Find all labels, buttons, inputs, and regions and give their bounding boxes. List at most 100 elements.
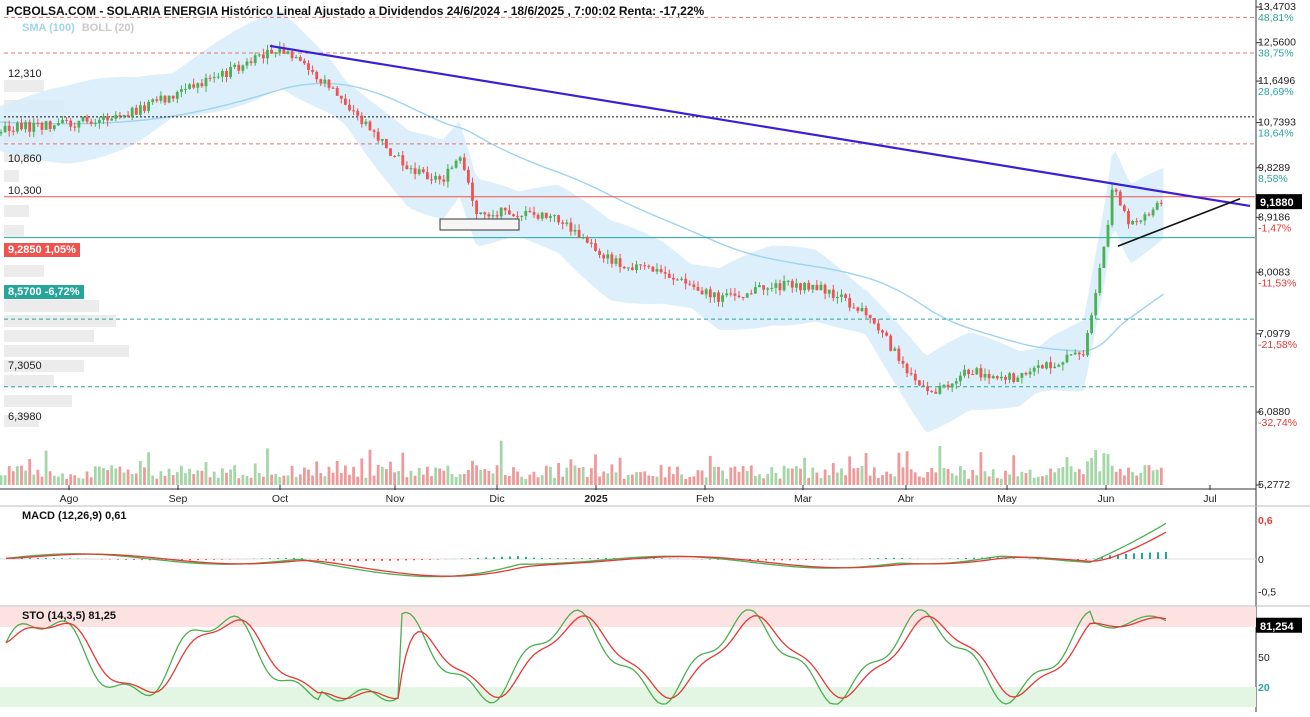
price-candle [1094,293,1097,315]
price-candle [184,89,187,90]
level-label-10300: 10,300 [8,185,42,197]
price-candle [16,123,19,132]
volume-bar [381,467,384,485]
volume-bar [1057,468,1060,485]
price-candle [221,71,224,77]
volume-bar [914,472,917,485]
volume-bar [159,471,162,485]
x-tick-label: Oct [272,493,288,505]
volume-bar [984,471,987,485]
volume-bar [180,466,183,485]
price-candle [200,83,203,86]
price-candle [1090,315,1093,333]
volume-profile-bar [4,395,72,407]
volume-bar [844,475,847,485]
price-candle [1123,205,1126,211]
volume-profile-bar [4,375,54,387]
volume-bar [266,448,269,485]
volume-bar [979,452,982,485]
macd-histogram-bar [565,558,567,559]
price-candle [725,293,728,295]
price-candle [1082,354,1085,355]
macd-histogram-bar [1133,553,1135,559]
y-tick-pct: -11,53% [1258,277,1296,289]
price-candle [1078,353,1081,355]
volume-bar [336,461,339,485]
volume-bar [918,476,921,485]
price-candle [1102,247,1105,268]
macd-histogram-bar [1125,554,1127,559]
volume-bar [8,466,11,485]
volume-bar [184,473,187,485]
price-candle [0,132,2,133]
volume-bar [151,475,154,485]
volume-bar [742,466,745,485]
volume-bar [385,469,388,485]
price-candle [779,283,782,290]
volume-bar [237,478,240,485]
bollinger-band [0,11,1163,433]
legend-sma[interactable]: SMA (100) [22,22,75,34]
macd-histogram-bar [517,556,519,559]
volume-bar [487,471,490,485]
price-candle [1107,225,1110,247]
volume-bar [692,476,695,485]
volume-bar [1049,469,1052,485]
price-candle [1131,221,1134,224]
macd-histogram-bar [381,559,383,561]
price-candle [795,283,798,287]
price-candle [77,121,80,128]
volume-bar [1037,477,1040,485]
volume-bar [836,473,839,485]
macd-histogram-bar [221,559,223,560]
legend-boll[interactable]: BOLL (20) [82,22,134,34]
price-candle [574,230,577,232]
price-candle [229,67,232,77]
volume-bar [471,461,474,485]
volume-bar [241,475,244,485]
volume-bar [709,456,712,485]
price-candle [1119,192,1122,206]
price-candle [1016,378,1019,382]
price-candle [533,212,536,215]
price-candle [86,117,89,121]
volume-bar [118,467,121,485]
price-candle [1008,373,1011,379]
volume-bar [574,465,577,485]
volume-bar [881,475,884,485]
price-candle [643,265,646,266]
volume-bar [496,465,499,485]
price-candle [557,215,560,222]
y-tick-pct: -21,58% [1258,339,1297,351]
volume-bar [557,463,560,485]
macd-histogram-bar [813,559,815,560]
chart-legend[interactable]: SMA (100) BOLL (20) [22,22,134,34]
price-candle [512,214,515,216]
volume-bar [971,470,974,485]
macd-histogram-bar [197,559,199,560]
volume-bar [959,466,962,485]
price-candle [28,122,31,132]
volume-bar [213,472,216,485]
volume-bar [684,479,687,485]
volume-profile-bar [4,300,99,312]
volume-bar [98,467,101,485]
volume-bar [344,465,347,485]
volume-bar [332,473,335,485]
volume-bar [762,478,765,485]
macd-histogram-bar [269,558,271,559]
volume-bar [434,468,437,485]
price-candle [1156,203,1159,210]
volume-bar [541,475,544,485]
price-candle [635,264,638,270]
price-candle [155,99,158,101]
volume-bar [565,468,568,485]
volume-bar [606,473,609,485]
volume-bar [176,472,179,485]
macd-histogram-bar [213,559,215,560]
macd-histogram-bar [285,558,287,559]
volume-bar [77,478,80,485]
y-tick-pct: 28,69% [1258,86,1294,98]
volume-bar [951,473,954,485]
price-candle [733,294,736,296]
